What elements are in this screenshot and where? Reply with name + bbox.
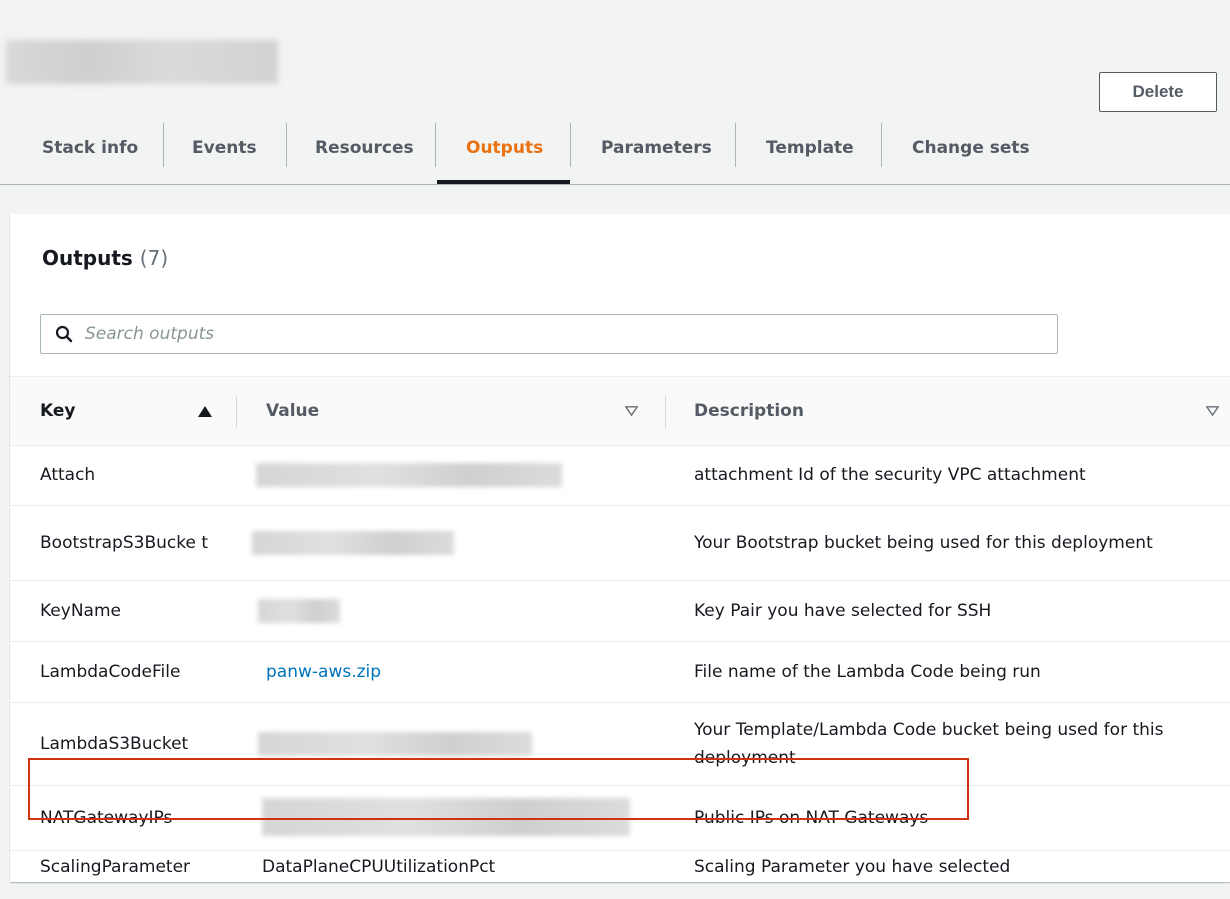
table-row: LambdaS3Bucket Your Template/Lambda Code… (10, 703, 1230, 786)
table-row: NATGatewayIPs Public IPs on NAT Gateways (10, 786, 1230, 851)
table-row: LambdaCodeFile panw-aws.zip File name of… (10, 642, 1230, 703)
sort-down-icon[interactable] (1206, 406, 1219, 416)
output-key: KeyName (40, 601, 121, 621)
tab-change-sets[interactable]: Change sets (912, 112, 1030, 183)
column-header-value[interactable]: Value (266, 377, 319, 445)
output-key: LambdaCodeFile (40, 662, 181, 682)
column-divider (236, 396, 237, 428)
tab-outputs[interactable]: Outputs (466, 112, 543, 183)
output-key: BootstrapS3Bucke t (40, 533, 209, 553)
outputs-panel: Outputs (7) Key Value Description Attach… (10, 214, 1230, 882)
redacted-value (258, 732, 532, 756)
redacted-value (256, 463, 562, 487)
output-value: DataPlaneCPUUtilizationPct (262, 856, 496, 877)
lambda-code-file-link[interactable]: panw-aws.zip (266, 642, 381, 702)
column-header-key[interactable]: Key (40, 377, 76, 445)
tab-resources[interactable]: Resources (315, 112, 414, 183)
tab-divider (570, 123, 571, 167)
search-input[interactable] (83, 323, 987, 345)
column-divider (665, 396, 666, 428)
tab-divider (286, 123, 287, 167)
redacted-value (262, 798, 630, 836)
output-description: Your Template/Lambda Code bucket being u… (694, 720, 1164, 768)
tab-bar: Stack info Events Resources Outputs Para… (0, 112, 1230, 185)
tab-stack-info[interactable]: Stack info (42, 112, 138, 183)
output-key: LambdaS3Bucket (40, 734, 189, 754)
tab-divider (435, 123, 436, 167)
tab-events[interactable]: Events (192, 112, 257, 183)
output-description: attachment Id of the security VPC attach… (694, 465, 1086, 485)
output-description: Your Bootstrap bucket being used for thi… (694, 533, 1153, 553)
output-description: Scaling Parameter you have selected (694, 856, 1011, 877)
tab-divider (881, 123, 882, 167)
stack-name-redacted (6, 40, 278, 84)
delete-button[interactable]: Delete (1099, 72, 1217, 112)
output-key: Attach (40, 465, 96, 485)
sort-ascending-icon[interactable] (198, 406, 212, 417)
outputs-title: Outputs (42, 246, 133, 270)
tab-template[interactable]: Template (766, 112, 854, 183)
redacted-value (252, 531, 454, 555)
tab-divider (735, 123, 736, 167)
active-tab-indicator (437, 180, 570, 184)
table-row: Attach attachment Id of the security VPC… (10, 445, 1230, 506)
tab-parameters[interactable]: Parameters (601, 112, 712, 183)
table-row: ScalingParameter DataPlaneCPUUtilization… (10, 851, 1230, 882)
search-icon (55, 325, 73, 343)
output-key: ScalingParameter (40, 856, 191, 877)
table-header: Key Value Description (10, 376, 1230, 446)
sort-down-icon[interactable] (625, 406, 638, 416)
redacted-value (258, 599, 340, 623)
table-row: BootstrapS3Bucke t Your Bootstrap bucket… (10, 506, 1230, 581)
outputs-count: (7) (139, 246, 169, 270)
tab-divider (163, 123, 164, 167)
output-description: Public IPs on NAT Gateways (694, 808, 929, 828)
output-key: NATGatewayIPs (40, 808, 173, 828)
panel-title: Outputs (7) (42, 246, 168, 270)
output-description: Key Pair you have selected for SSH (694, 601, 992, 621)
output-description: File name of the Lambda Code being run (694, 662, 1041, 682)
table-row: KeyName Key Pair you have selected for S… (10, 581, 1230, 642)
column-header-description[interactable]: Description (694, 377, 804, 445)
search-box (40, 314, 1058, 354)
